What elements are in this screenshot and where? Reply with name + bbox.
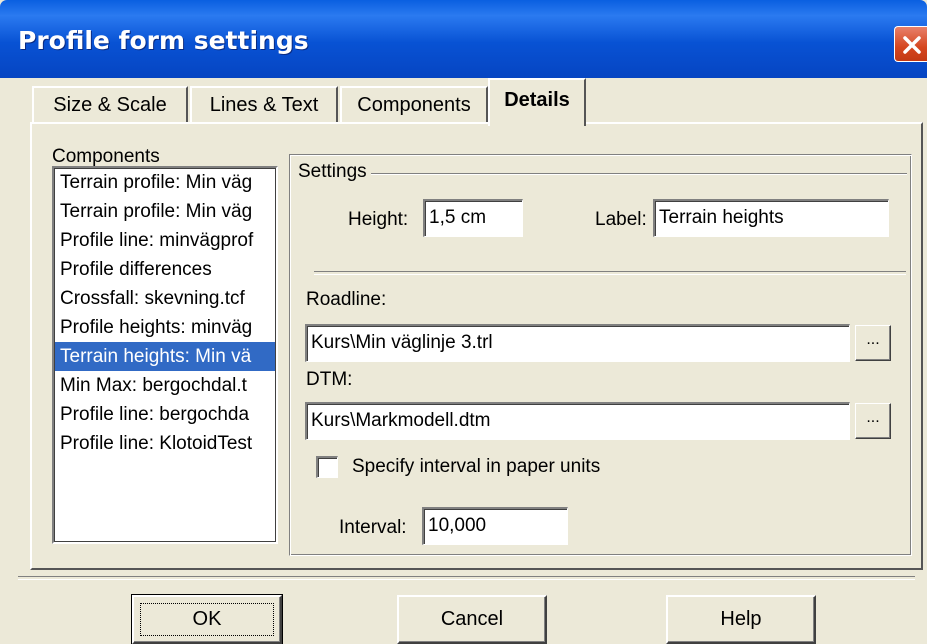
cancel-button[interactable]: Cancel	[397, 595, 547, 644]
settings-separator	[314, 271, 906, 275]
list-item[interactable]: Terrain profile: Min väg	[54, 168, 276, 197]
list-item[interactable]: Profile heights: minväg	[54, 313, 276, 342]
components-listbox[interactable]: Terrain profile: Min väg Terrain profile…	[52, 166, 278, 544]
interval-label: Interval:	[339, 517, 407, 538]
ok-button-label: OK	[192, 608, 222, 630]
close-button[interactable]	[894, 26, 927, 62]
list-item[interactable]: Min Max: bergochdal.t	[54, 371, 276, 400]
roadline-input[interactable]: Kurs\Min väglinje 3.trl	[305, 324, 850, 362]
close-icon	[903, 36, 921, 54]
components-label: Components	[52, 146, 160, 167]
height-label: Height:	[348, 209, 409, 230]
settings-panel: Settings Height: 1,5 cm Label: Terrain h…	[289, 154, 912, 556]
settings-group-title: Settings	[294, 161, 371, 183]
help-button-label: Help	[720, 608, 762, 630]
dtm-label: DTM:	[306, 369, 353, 390]
paper-units-label[interactable]: Specify interval in paper units	[352, 456, 600, 478]
interval-input[interactable]: 10,000	[422, 507, 568, 545]
title-bar[interactable]: Profile form settings	[0, 0, 927, 78]
cancel-button-label: Cancel	[440, 608, 504, 630]
height-input[interactable]: 1,5 cm	[423, 199, 523, 237]
tab-size-scale[interactable]: Size & Scale	[32, 86, 188, 124]
list-item-selected[interactable]: Terrain heights: Min vä	[54, 342, 276, 371]
tab-details[interactable]: Details	[488, 78, 586, 126]
list-item[interactable]: Profile line: KlotoidTest	[54, 429, 276, 458]
roadline-browse-button[interactable]: ...	[855, 325, 891, 361]
list-item[interactable]: Crossfall: skevning.tcf	[54, 284, 276, 313]
label-input[interactable]: Terrain heights	[653, 199, 889, 237]
details-tab-panel: Components Terrain profile: Min väg Terr…	[30, 122, 923, 570]
dialog-separator	[18, 576, 915, 580]
ok-button[interactable]: OK	[131, 594, 283, 644]
label-label: Label:	[595, 209, 647, 230]
list-item[interactable]: Profile line: minvägprof	[54, 226, 276, 255]
list-item[interactable]: Profile differences	[54, 255, 276, 284]
list-item[interactable]: Terrain profile: Min väg	[54, 197, 276, 226]
dtm-browse-button[interactable]: ...	[855, 403, 891, 439]
list-item[interactable]: Profile line: bergochda	[54, 400, 276, 429]
roadline-label: Roadline:	[306, 289, 387, 310]
window-title: Profile form settings	[18, 26, 309, 55]
paper-units-checkbox[interactable]	[316, 456, 338, 478]
tab-lines-text[interactable]: Lines & Text	[190, 86, 338, 124]
tab-components[interactable]: Components	[340, 86, 488, 124]
help-button[interactable]: Help	[666, 595, 816, 644]
dtm-input[interactable]: Kurs\Markmodell.dtm	[305, 402, 850, 440]
dialog-body: Size & Scale Lines & Text Components Det…	[0, 78, 927, 644]
